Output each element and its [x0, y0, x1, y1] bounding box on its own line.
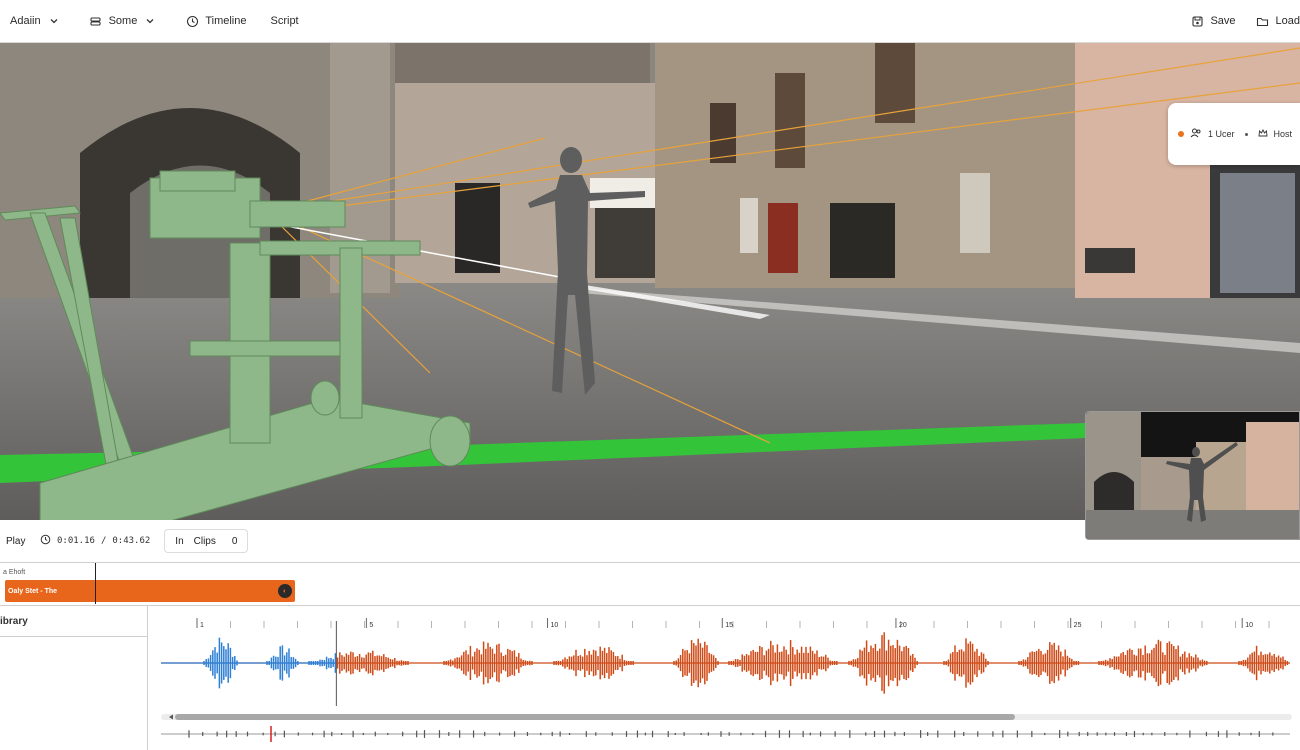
timeline-scrollbar-thumb[interactable]	[175, 714, 1015, 720]
ruler-label: 10	[551, 622, 559, 629]
current-time: 0:01.16	[57, 536, 95, 546]
timeline-panel: a Ehoft Oaly Stet - The ◐ ibrary 1 5 10 15 2…	[0, 562, 1300, 750]
shot-playhead[interactable]	[95, 563, 96, 604]
ruler-label: 10	[1245, 622, 1253, 629]
save-button[interactable]: Save	[1180, 0, 1245, 43]
chevron-down-icon	[143, 14, 157, 28]
audio-waveform: 1 5 10 15 20 25 10	[161, 618, 1292, 742]
admin-menu-label: Adaiin	[10, 15, 41, 27]
clock-icon	[40, 534, 51, 548]
folder-icon	[1256, 14, 1270, 28]
load-button-label: Load	[1275, 15, 1300, 27]
clip-handle-icon[interactable]: ◐	[278, 584, 292, 598]
script-tab-label: Script	[270, 15, 299, 27]
chevron-down-icon	[47, 14, 61, 28]
camera-preview[interactable]	[1085, 411, 1300, 540]
timeline-tab[interactable]: Timeline	[175, 0, 256, 43]
timecode-display: 0:01.16 / 0:43.62	[40, 534, 150, 548]
separator-dot	[1244, 132, 1248, 136]
scene-menu-label: Some	[108, 15, 138, 27]
library-title: ibrary	[0, 606, 147, 637]
script-tab[interactable]: Script	[261, 0, 309, 43]
audio-track[interactable]: 1 5 10 15 20 25 10	[149, 606, 1300, 750]
top-toolbar: Adaiin Some Timeline Script Save Load	[0, 0, 1300, 43]
clips-count: 0	[231, 535, 238, 547]
users-count: 1 Ucer	[1208, 129, 1235, 139]
save-icon	[1190, 14, 1204, 28]
host-label: Host	[1273, 129, 1293, 139]
library-panel: ibrary	[0, 606, 148, 750]
camera-preview-render	[1086, 412, 1299, 539]
ruler-label: 25	[1074, 622, 1082, 629]
shot-clip-label: Oaly Stet - The	[8, 587, 58, 595]
timeline-tab-label: Timeline	[205, 15, 247, 27]
save-button-label: Save	[1210, 15, 1236, 27]
load-button[interactable]: Load	[1246, 0, 1300, 43]
transport-bar: Play 0:01.16 / 0:43.62 In Clips 0	[0, 520, 1085, 562]
shot-track-label: a Ehoft	[3, 569, 26, 576]
ruler-label: 15	[725, 622, 733, 629]
online-status-icon	[1178, 131, 1184, 137]
collaboration-panel[interactable]: 1 Ucer Host	[1168, 103, 1300, 165]
total-time: 0:43.62	[112, 536, 151, 546]
film-icon: In	[175, 535, 184, 547]
ruler-label: 1	[200, 622, 204, 629]
admin-menu[interactable]: Adaiin	[0, 0, 71, 43]
play-button[interactable]: Play	[0, 536, 36, 547]
ruler-label: 5	[369, 622, 373, 629]
clips-label: Clips	[193, 535, 216, 547]
clock-icon	[185, 14, 199, 28]
shot-clip[interactable]: Oaly Stet - The ◐	[5, 580, 295, 602]
crown-icon	[1258, 128, 1268, 140]
clips-button[interactable]: In Clips 0	[164, 529, 249, 553]
scene-icon	[89, 14, 103, 28]
ruler-label: 20	[899, 622, 907, 629]
scene-menu[interactable]: Some	[79, 0, 168, 43]
users-icon	[1190, 127, 1202, 141]
time-separator: /	[100, 536, 107, 546]
